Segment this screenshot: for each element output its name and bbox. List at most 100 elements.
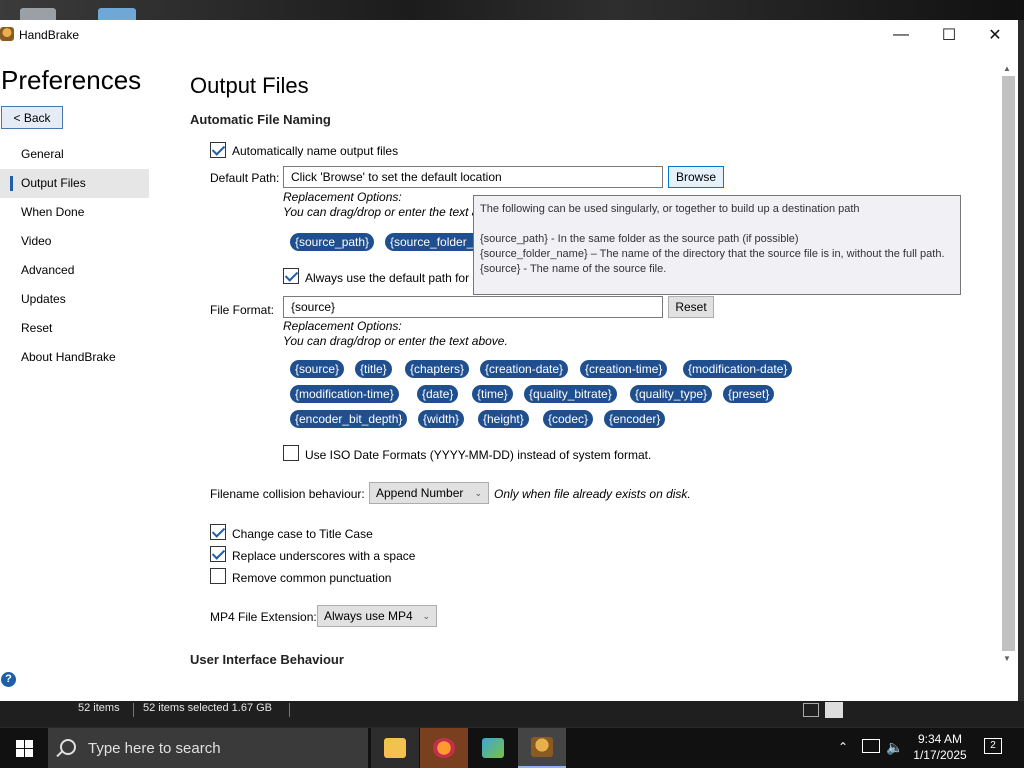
close-button[interactable]: ✕ xyxy=(972,20,1018,50)
firefox-taskbar-button[interactable] xyxy=(420,728,468,768)
explorer-selection: 52 items selected 1.67 GB xyxy=(143,702,273,714)
folder-icon xyxy=(384,738,406,758)
title-case-label: Change case to Title Case xyxy=(232,527,373,541)
tag-quality-bitrate[interactable]: {quality_bitrate} xyxy=(524,385,617,403)
tag-source-path[interactable]: {source_path} xyxy=(290,233,375,251)
nav-item-video[interactable]: Video xyxy=(0,227,150,256)
scroll-thumb[interactable] xyxy=(1002,76,1015,651)
title-case-checkbox[interactable] xyxy=(210,524,226,540)
search-icon xyxy=(60,739,76,755)
mp4-extension-select[interactable]: Always use MP4 ⌄ xyxy=(317,605,437,627)
iso-date-checkbox[interactable] xyxy=(283,445,299,461)
desktop-background xyxy=(0,0,1024,20)
taskbar: Type here to search ⌃ 🔈 9:34 AM 1/17/202… xyxy=(0,728,1024,768)
tooltip-line: The following can be used singularly, or… xyxy=(480,203,860,215)
preferences-title: Preferences xyxy=(1,65,142,95)
reset-format-button[interactable]: Reset xyxy=(668,296,714,318)
scroll-up-icon[interactable]: ▲ xyxy=(1003,64,1011,73)
collision-select[interactable]: Append Number ⌄ xyxy=(369,482,489,504)
large-icons-view-icon[interactable] xyxy=(825,702,843,718)
minimize-button[interactable]: — xyxy=(878,20,924,50)
taskbar-clock[interactable]: 9:34 AM 1/17/2025 xyxy=(900,731,980,763)
window-title: HandBrake xyxy=(19,28,80,42)
notifications-icon[interactable]: 2 xyxy=(984,738,1002,754)
firefox-icon xyxy=(433,738,455,758)
tag-time[interactable]: {time} xyxy=(472,385,513,403)
tag-creation-date[interactable]: {creation-date} xyxy=(480,360,569,378)
always-default-path-checkbox[interactable] xyxy=(283,268,299,284)
handbrake-taskbar-button[interactable] xyxy=(518,728,566,768)
help-icon[interactable]: ? xyxy=(1,672,16,687)
desktop-folder-icon[interactable] xyxy=(98,8,136,20)
handbrake-app-icon xyxy=(0,27,14,41)
tag-source[interactable]: {source} xyxy=(290,360,345,378)
always-default-path-label: Always use the default path for e xyxy=(305,271,480,285)
nav-item-general[interactable]: General xyxy=(0,140,150,169)
collision-value: Append Number xyxy=(376,486,464,500)
path-replacement-hint: You can drag/drop or enter the text a xyxy=(283,205,479,219)
explorer-item-count: 52 items xyxy=(78,702,120,714)
tag-title[interactable]: {title} xyxy=(355,360,392,378)
nav-item-when-done[interactable]: When Done xyxy=(0,198,150,227)
tag-encoder-bit-depth[interactable]: {encoder_bit_depth} xyxy=(290,410,408,428)
title-bar[interactable]: HandBrake — ☐ ✕ xyxy=(0,20,1018,50)
tag-width[interactable]: {width} xyxy=(418,410,465,428)
divider xyxy=(289,703,290,717)
mp4-extension-value: Always use MP4 xyxy=(324,609,413,623)
maximize-button[interactable]: ☐ xyxy=(926,20,972,50)
tag-height[interactable]: {height} xyxy=(478,410,529,428)
nav-item-output-files[interactable]: Output Files xyxy=(0,169,149,198)
tag-preset[interactable]: {preset} xyxy=(723,385,775,403)
remove-punctuation-label: Remove common punctuation xyxy=(232,571,392,585)
tag-creation-time[interactable]: {creation-time} xyxy=(580,360,668,378)
tag-modification-date[interactable]: {modification-date} xyxy=(683,360,793,378)
windows-logo-icon xyxy=(15,739,33,757)
media-app-icon xyxy=(482,738,504,758)
collision-note: Only when file already exists on disk. xyxy=(494,487,691,501)
search-placeholder: Type here to search xyxy=(88,740,221,757)
replace-underscores-checkbox[interactable] xyxy=(210,546,226,562)
app-taskbar-button[interactable] xyxy=(469,728,517,768)
tag-quality-type[interactable]: {quality_type} xyxy=(630,385,713,403)
show-hidden-icons-icon[interactable]: ⌃ xyxy=(838,740,848,768)
nav-item-advanced[interactable]: Advanced xyxy=(0,256,150,285)
chevron-down-icon: ⌄ xyxy=(474,488,482,498)
tag-encoder[interactable]: {encoder} xyxy=(604,410,666,428)
clock-time: 9:34 AM xyxy=(917,732,963,746)
start-button[interactable] xyxy=(0,728,48,768)
tag-codec[interactable]: {codec} xyxy=(543,410,594,428)
tag-source-folder-name[interactable]: {source_folder_n xyxy=(385,233,486,251)
destination-path-tooltip: The following can be used singularly, or… xyxy=(473,195,961,295)
file-format-label: File Format: xyxy=(210,303,275,317)
browse-button[interactable]: Browse xyxy=(668,166,724,188)
mp4-extension-label: MP4 File Extension: xyxy=(210,610,317,624)
tag-date[interactable]: {date} xyxy=(417,385,459,403)
back-button[interactable]: < Back xyxy=(1,106,63,129)
file-format-input[interactable]: {source} xyxy=(283,296,663,318)
file-explorer-taskbar-button[interactable] xyxy=(371,728,419,768)
default-path-input[interactable]: Click 'Browse' to set the default locati… xyxy=(283,166,663,188)
iso-date-label: Use ISO Date Formats (YYYY-MM-DD) instea… xyxy=(305,448,652,462)
auto-name-label: Automatically name output files xyxy=(232,144,399,158)
notification-count: 2 xyxy=(990,740,996,751)
vertical-scrollbar[interactable]: ▲ ▼ xyxy=(1000,62,1017,668)
auto-name-checkbox[interactable] xyxy=(210,142,226,158)
remove-punctuation-checkbox[interactable] xyxy=(210,568,226,584)
desktop-icon[interactable] xyxy=(20,8,56,20)
preferences-nav: General Output Files When Done Video Adv… xyxy=(0,140,150,372)
nav-item-reset[interactable]: Reset xyxy=(0,314,150,343)
tag-modification-time[interactable]: {modification-time} xyxy=(290,385,399,403)
tooltip-line: {source_path} - In the same folder as th… xyxy=(480,233,799,245)
scroll-down-icon[interactable]: ▼ xyxy=(1003,654,1011,663)
taskbar-search[interactable]: Type here to search xyxy=(48,728,368,768)
tooltip-line: {source_folder_name} – The name of the d… xyxy=(480,248,945,260)
network-icon[interactable] xyxy=(862,739,880,753)
nav-item-updates[interactable]: Updates xyxy=(0,285,150,314)
default-path-label: Default Path: xyxy=(210,171,280,185)
section-automatic-file-naming: Automatic File Naming xyxy=(190,112,331,127)
chevron-down-icon: ⌄ xyxy=(422,611,430,621)
format-replacement-hint: You can drag/drop or enter the text abov… xyxy=(283,334,508,348)
details-view-icon[interactable] xyxy=(803,703,819,717)
tag-chapters[interactable]: {chapters} xyxy=(405,360,470,378)
nav-item-about[interactable]: About HandBrake xyxy=(0,343,150,372)
